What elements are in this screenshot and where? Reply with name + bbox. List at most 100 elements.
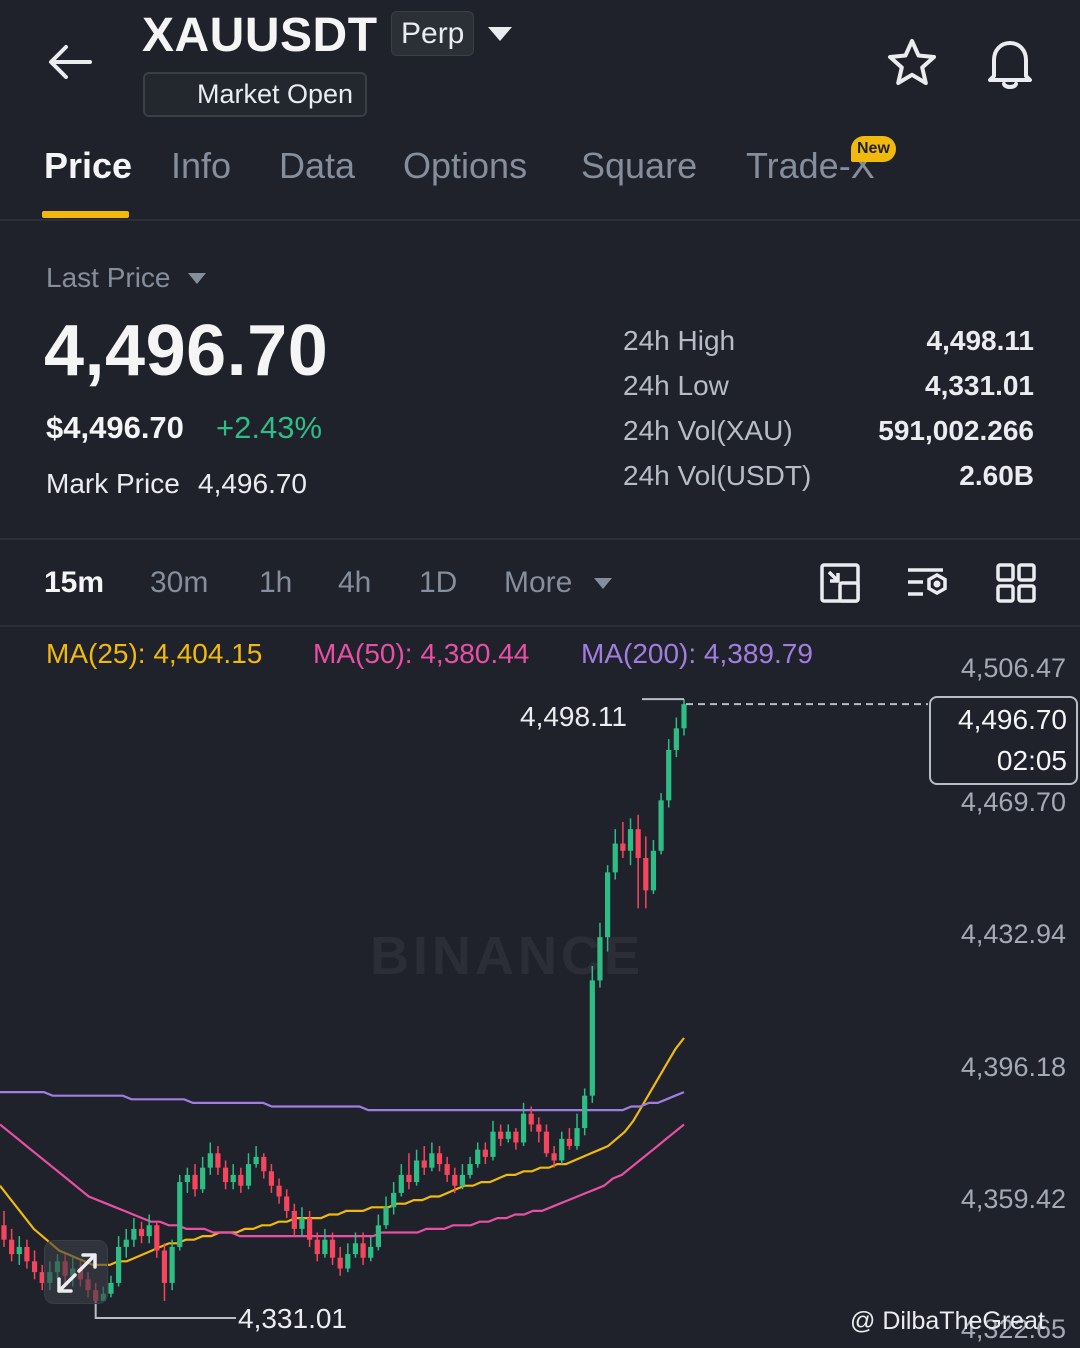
ma-line-50	[0, 1123, 685, 1238]
ma-line-25	[0, 1037, 685, 1267]
divider	[0, 538, 1080, 540]
new-badge: New	[851, 136, 896, 162]
candle	[345, 1243, 351, 1273]
candle	[566, 1128, 572, 1150]
divider	[0, 219, 1080, 221]
mark-price-value: 4,496.70	[198, 468, 307, 499]
interval-30m[interactable]: 30m	[150, 566, 208, 600]
favorite-star-icon[interactable]	[884, 36, 940, 92]
candle	[261, 1153, 267, 1179]
candle	[215, 1146, 221, 1175]
candle	[9, 1228, 15, 1262]
candle	[322, 1228, 328, 1258]
ma-line-200	[0, 1091, 685, 1112]
candlestick-chart[interactable]	[0, 628, 1080, 1348]
y-axis-label: 4,432.94	[960, 919, 1066, 949]
candles	[1, 699, 687, 1305]
candle	[337, 1246, 343, 1276]
ma50-legend: MA(50): 4,380.44	[313, 638, 530, 669]
candle	[673, 717, 679, 758]
candle	[375, 1214, 381, 1251]
mark-price-label: Mark Price	[46, 468, 180, 499]
tab-options[interactable]: Options	[403, 145, 527, 187]
ma200-legend: MA(200): 4,389.79	[581, 638, 813, 669]
candle	[360, 1232, 366, 1265]
tab-square[interactable]: Square	[581, 145, 697, 187]
tab-info[interactable]: Info	[171, 145, 231, 187]
candle	[635, 814, 641, 909]
candle	[643, 836, 649, 909]
stat-value-24h-high: 4,498.11	[926, 325, 1034, 356]
candle	[146, 1214, 152, 1244]
expand-arrows-icon	[57, 1253, 97, 1293]
candle	[391, 1182, 397, 1215]
candle	[490, 1120, 496, 1161]
interval-1d[interactable]: 1D	[419, 566, 457, 600]
expand-chart-button[interactable]	[44, 1240, 108, 1304]
candle	[620, 821, 626, 858]
candle	[307, 1210, 313, 1247]
candle	[383, 1196, 389, 1229]
candle	[627, 818, 634, 866]
stat-value-24h-low: 4,331.01	[925, 370, 1034, 401]
market-status-badge: Market Open	[143, 72, 368, 117]
indicator-settings-icon[interactable]	[905, 560, 951, 606]
tab-data[interactable]: Data	[279, 145, 355, 187]
candle	[291, 1203, 297, 1237]
candle	[658, 793, 664, 855]
candle	[536, 1117, 542, 1143]
candle	[299, 1207, 305, 1237]
symbol-dropdown-caret-icon[interactable]	[486, 24, 514, 44]
candle	[543, 1124, 550, 1157]
interval-4h[interactable]: 4h	[338, 566, 371, 600]
candle	[268, 1164, 275, 1193]
candle	[200, 1156, 206, 1193]
candle	[444, 1156, 450, 1183]
current-price-tag-value: 4,496.70	[958, 704, 1067, 735]
stat-label-24h-vol-xau: 24h Vol(XAU)	[623, 415, 793, 446]
low-marker-label: 4,331.01	[238, 1303, 347, 1334]
stat-value-24h-vol-usdt: 2.60B	[959, 460, 1034, 491]
interval-more[interactable]: More	[504, 566, 572, 600]
caret-down-icon[interactable]	[592, 575, 614, 591]
candle	[284, 1189, 290, 1219]
interval-1h[interactable]: 1h	[259, 566, 292, 600]
candle	[513, 1128, 519, 1150]
candle	[559, 1131, 565, 1165]
candle	[421, 1146, 427, 1175]
chart-fullscreen-icon[interactable]	[818, 560, 864, 606]
candle	[116, 1236, 122, 1287]
candle	[505, 1124, 511, 1143]
candle	[612, 829, 618, 880]
tab-price[interactable]: Price	[44, 145, 132, 187]
candle	[276, 1178, 282, 1204]
interval-15m[interactable]: 15m	[44, 566, 104, 600]
candle	[207, 1142, 213, 1175]
stat-value-24h-vol-xau: 591,002.266	[878, 415, 1034, 446]
arrow-left-icon	[49, 45, 92, 79]
candle	[161, 1243, 168, 1301]
candle	[475, 1142, 481, 1168]
candle	[24, 1239, 30, 1269]
candle	[245, 1153, 252, 1190]
y-axis-label: 4,469.70	[960, 787, 1066, 817]
layout-grid-icon[interactable]	[993, 560, 1039, 606]
candle	[222, 1160, 229, 1190]
contract-type-badge: Perp	[391, 11, 475, 56]
candle	[398, 1164, 404, 1197]
candle	[681, 699, 687, 736]
candle	[108, 1275, 114, 1298]
notification-bell-icon[interactable]	[982, 34, 1038, 92]
caret-down-icon[interactable]	[186, 270, 208, 286]
candle	[154, 1221, 160, 1258]
candle	[368, 1236, 374, 1262]
ma25-legend: MA(25): 4,404.15	[46, 638, 263, 669]
high-marker-label: 4,498.11	[520, 701, 627, 732]
price-type-selector[interactable]: Last Price	[46, 262, 171, 294]
candle	[169, 1239, 175, 1291]
candle	[131, 1218, 137, 1247]
active-tab-indicator	[42, 211, 129, 218]
moving-average-lines	[0, 1037, 685, 1267]
back-button[interactable]	[44, 38, 96, 86]
candle	[192, 1164, 198, 1197]
